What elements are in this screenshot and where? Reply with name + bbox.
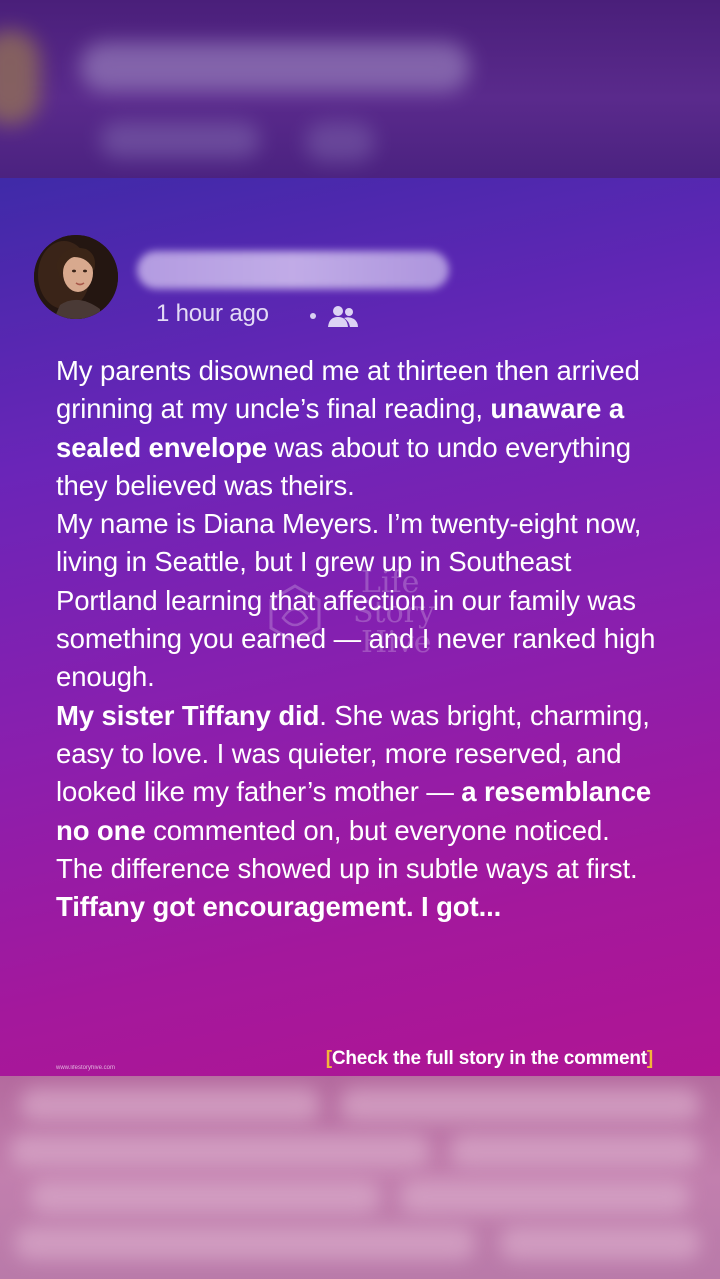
post-paragraph: My name is Diana Meyers. I’m twenty-eigh… (56, 505, 680, 696)
blurred-header (0, 0, 720, 178)
cta-bracket-close: ] (646, 1048, 653, 1069)
cta-label: Check the full story in the comment (331, 1048, 647, 1069)
blurred-line (400, 1180, 690, 1214)
post-timestamp[interactable]: 1 hour ago (156, 300, 269, 328)
blurred-line (30, 1180, 380, 1214)
author-name-blurred[interactable] (137, 251, 449, 289)
blurred-line (20, 1088, 320, 1122)
avatar-photo-icon (34, 235, 118, 319)
post-text-run: My name is Diana Meyers. I’m twenty-eigh… (56, 508, 656, 693)
post-paragraph: My sister Tiffany did. She was bright, c… (56, 697, 680, 850)
friends-icon[interactable] (327, 303, 359, 329)
full-story-link[interactable]: [Check the full story in the comment] (326, 1048, 653, 1070)
blurred-line (10, 1134, 430, 1168)
blurred-next-post (0, 1076, 720, 1279)
post-text: My parents disowned me at thirteen then … (56, 352, 680, 926)
blurred-icon (305, 122, 375, 162)
blurred-line (450, 1134, 700, 1168)
separator-dot (310, 313, 316, 319)
post-card: 1 hour ago Life Story Hive My parents di… (0, 178, 720, 1076)
post-text-bold: Tiffany got encouragement. I got... (56, 891, 502, 923)
author-avatar[interactable] (34, 235, 118, 319)
post-paragraph: My parents disowned me at thirteen then … (56, 352, 680, 505)
post-text-run: The difference showed up in subtle ways … (56, 852, 638, 884)
blurred-title (80, 42, 470, 92)
blurred-line (15, 1226, 475, 1260)
site-url: www.lifestoryhive.com (56, 1065, 116, 1071)
blurred-subtitle (100, 122, 260, 158)
blurred-line (500, 1226, 700, 1260)
post-text-run: commented on, but everyone noticed. (145, 814, 610, 846)
post-text-bold: My sister Tiffany did (56, 699, 320, 731)
post-paragraph: The difference showed up in subtle ways … (56, 850, 680, 927)
blurred-avatar (0, 30, 40, 125)
blurred-line (340, 1088, 700, 1122)
